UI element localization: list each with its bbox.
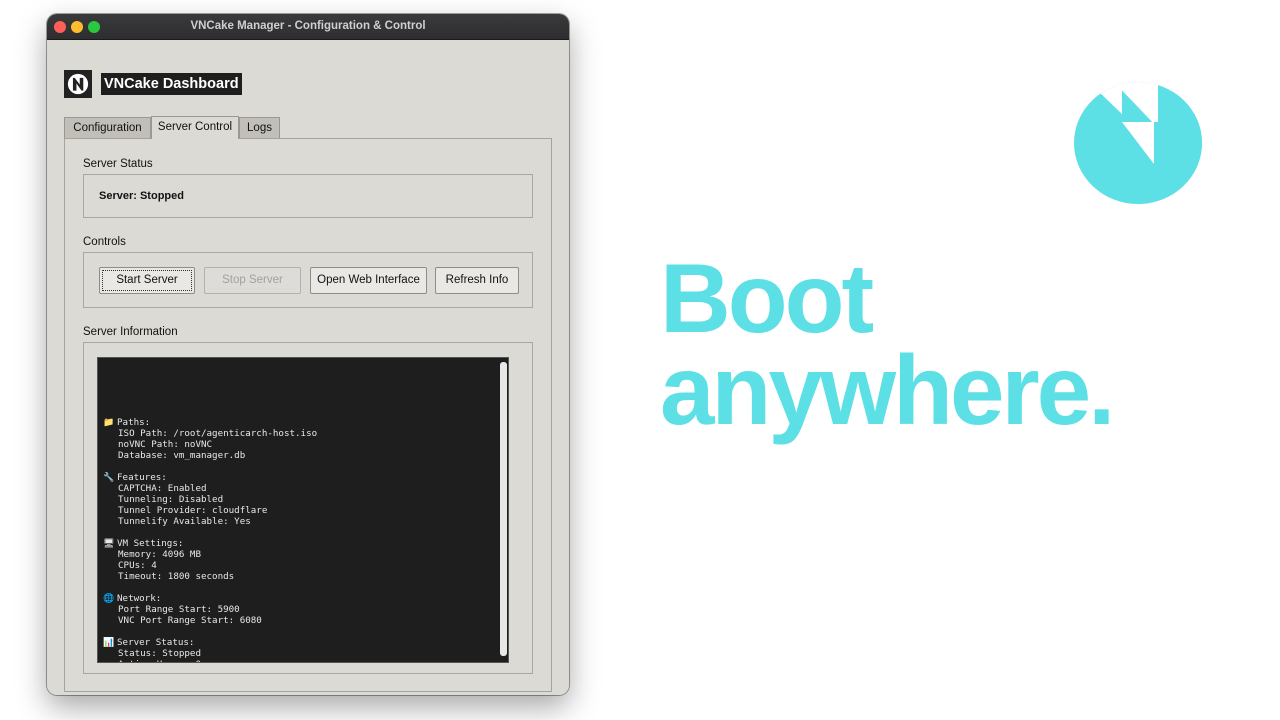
window-content: VNCake Dashboard Configuration Server Co…: [47, 40, 569, 695]
tab-logs[interactable]: Logs: [239, 117, 280, 138]
open-web-interface-button[interactable]: Open Web Interface: [310, 267, 427, 294]
console-line: Database: vm_manager.db: [118, 450, 246, 461]
console-spacer: [103, 406, 494, 417]
console-section-title-text: Network:: [117, 593, 162, 604]
tab-configuration[interactable]: Configuration: [64, 117, 151, 138]
server-information-label: Server Information: [83, 326, 178, 338]
console-section-title-text: Features:: [117, 472, 167, 483]
console-line: CPUs: 4: [118, 560, 157, 571]
console-line: Timeout: 1800 seconds: [118, 571, 235, 582]
console-section-title-text: Server Status:: [117, 637, 195, 648]
console-line: VNC Port Range Start: 6080: [118, 615, 262, 626]
console-line: Tunneling: Disabled: [118, 494, 224, 505]
refresh-info-button[interactable]: Refresh Info: [435, 267, 519, 294]
wrench-icon: 🔧: [103, 473, 115, 483]
app-title: VNCake Dashboard: [101, 73, 242, 95]
promo-headline-line1: Boot: [660, 243, 874, 353]
console-spacer: [103, 527, 494, 538]
console-scrollbar[interactable]: [500, 362, 507, 656]
controls-label: Controls: [83, 236, 126, 248]
console-line: ISO Path: /root/agenticarch-host.iso: [118, 428, 318, 439]
monitor-icon: 🖥: [103, 539, 115, 549]
server-status-label: Server Status: [83, 158, 153, 170]
chart-icon: 📊: [103, 638, 115, 648]
promo-headline-line2: anywhere.: [660, 335, 1115, 445]
folder-icon: 📁: [103, 418, 115, 428]
console-section-title-text: VM Settings:: [117, 538, 184, 549]
console-line: noVNC Path: noVNC: [118, 439, 213, 450]
start-server-button[interactable]: Start Server: [99, 267, 195, 294]
tab-server-control[interactable]: Server Control: [151, 116, 239, 139]
server-info-console[interactable]: 📁 Paths: ISO Path: /root/agenticarch-host.…: [97, 357, 509, 663]
console-spacer: [103, 582, 494, 593]
title-bar[interactable]: VNCake Manager - Configuration & Control: [47, 14, 569, 40]
app-window: VNCake Manager - Configuration & Control…: [47, 14, 569, 695]
console-line: Active Users: 0: [103, 659, 494, 662]
controls-group: Start Server Stop Server Open Web Interf…: [83, 252, 533, 308]
console-section-title: 📊 Server Status:: [103, 637, 494, 648]
console-line: Memory: 4096 MB: [118, 549, 201, 560]
server-info-text: 📁 Paths: ISO Path: /root/agenticarch-host.…: [103, 358, 494, 662]
console-section-title-text: Paths:: [117, 417, 151, 428]
console-section-title: 🌐 Network:: [103, 593, 494, 604]
clipped-line: [103, 380, 494, 384]
globe-icon: 🌐: [103, 594, 115, 604]
console-spacer: [103, 626, 494, 637]
console-line: CAPTCHA: Enabled: [118, 483, 207, 494]
server-control-panel: Server Status Server: Stopped Controls S…: [64, 138, 552, 692]
console-spacer: [103, 461, 494, 472]
server-information-group: 📁 Paths: ISO Path: /root/agenticarch-host.…: [83, 342, 533, 674]
console-line: Tunnel Provider: cloudflare: [118, 505, 268, 516]
app-logo-icon: [64, 70, 92, 98]
console-line: Tunnelify Available: Yes: [118, 516, 251, 527]
stop-server-button[interactable]: Stop Server: [204, 267, 301, 294]
server-status-text: Server: Stopped: [99, 190, 184, 202]
console-section-title: 🔧 Features:: [103, 472, 494, 483]
server-status-group: Server: Stopped: [83, 174, 533, 218]
console-section-title: 📁 Paths:: [103, 417, 494, 428]
console-section-title: 🖥 VM Settings:: [103, 538, 494, 549]
brand-logo-icon: [1074, 82, 1202, 204]
console-line: Port Range Start: 5900: [118, 604, 240, 615]
console-line: Status: Stopped: [118, 648, 201, 659]
window-title: VNCake Manager - Configuration & Control: [190, 20, 426, 32]
